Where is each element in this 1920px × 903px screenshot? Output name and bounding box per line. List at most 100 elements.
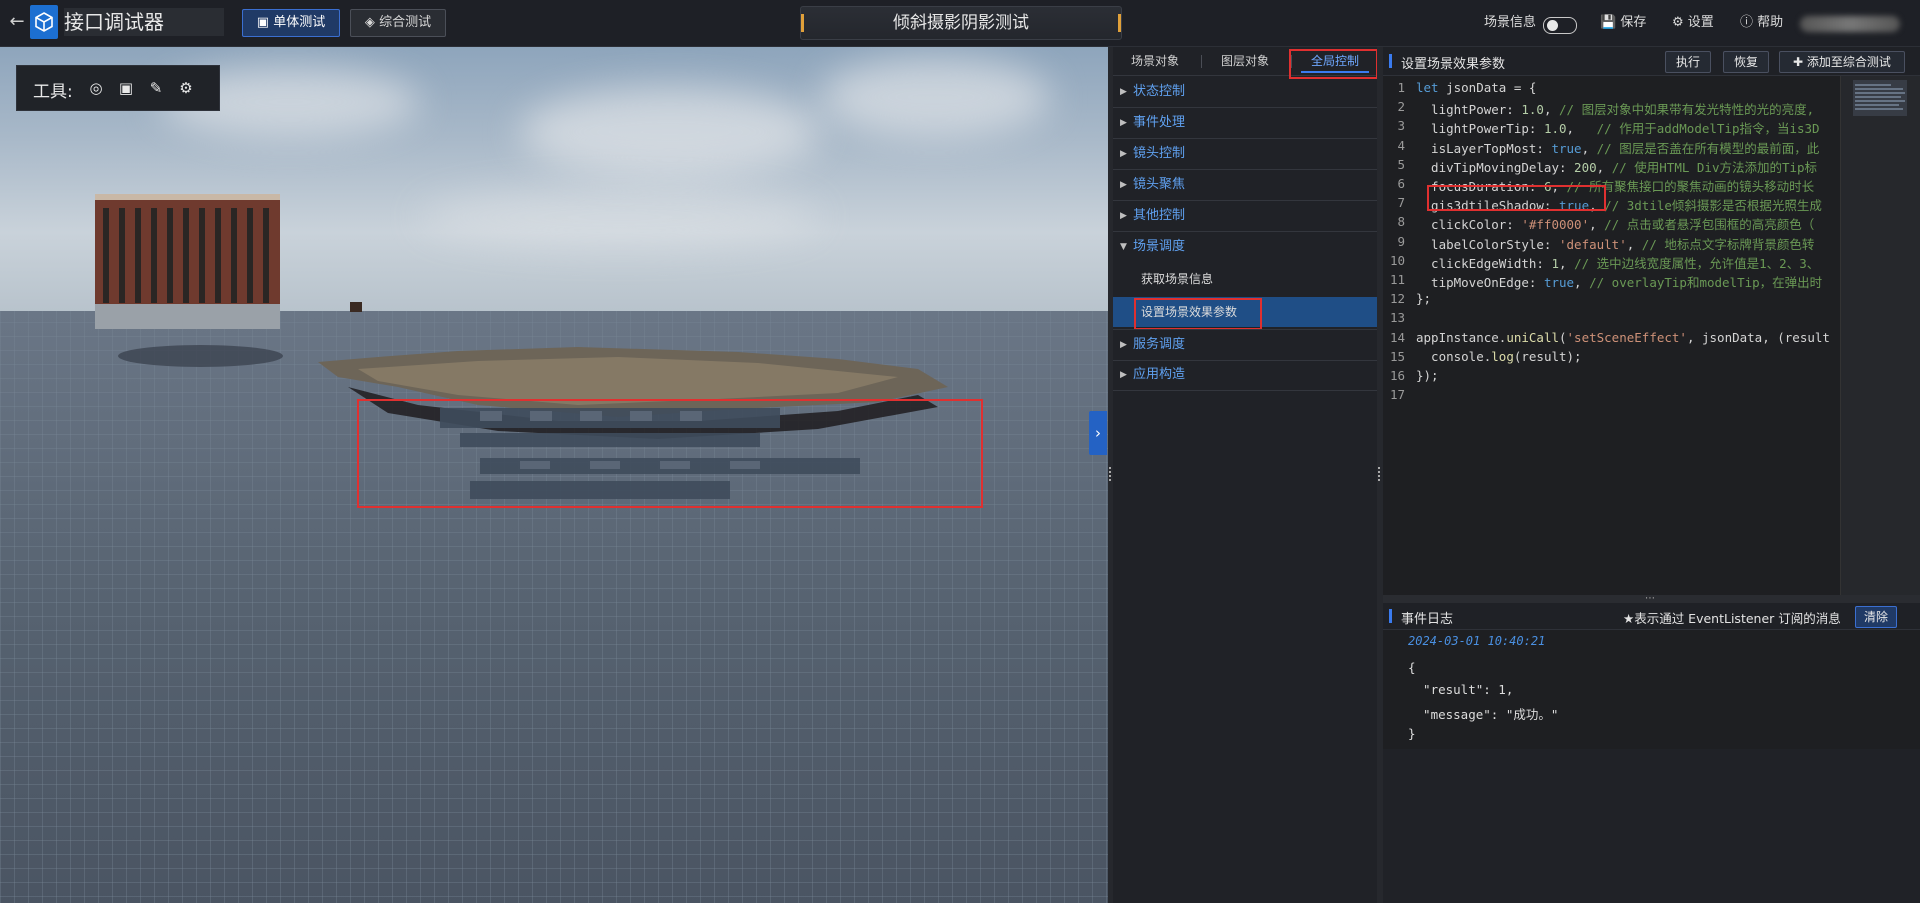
code-panel: 设置场景效果参数 执行 恢复 ✚ 添加至综合测试 1 let jsonData =… (1383, 47, 1920, 595)
3d-viewport[interactable]: 工具: ◎ ▣ ✎ ⚙ › (0, 47, 1108, 903)
select-area-icon[interactable]: ▣ (117, 79, 135, 97)
menu-item-label: 状态控制 (1133, 84, 1186, 99)
settings-label: 设置 (1687, 15, 1714, 30)
chevron-right-icon[interactable]: › (1089, 411, 1107, 455)
menu-item-app-construct[interactable]: ▶ 应用构造 (1113, 360, 1377, 391)
tab-layer-objects[interactable]: 图层对象 (1203, 47, 1287, 75)
code-line[interactable]: clickEdgeWidth: 1, // 选中边线宽度属性，允许值是1、2、3… (1416, 253, 1819, 272)
help-icon: ⓘ (1740, 15, 1758, 30)
line-number: 16 (1389, 368, 1405, 383)
code-line[interactable]: let jsonData = { (1416, 80, 1536, 95)
code-highlight-box (1427, 185, 1606, 211)
small-object (350, 302, 362, 312)
line-number: 14 (1389, 329, 1405, 345)
log-title: 事件日志 (1401, 612, 1454, 627)
menu-item-label: 镜头聚焦 (1133, 177, 1186, 192)
help-label: 帮助 (1757, 15, 1784, 30)
pen-icon[interactable]: ✎ (147, 79, 165, 97)
gears-icon[interactable]: ⚙ (177, 79, 195, 97)
sub-item-get-scene-info[interactable]: 获取场景信息 (1113, 264, 1377, 294)
log-timestamp: 2024-03-01 10:40:21 (1408, 634, 1546, 648)
cube-icon: ▣ (256, 15, 274, 30)
line-number: 4 (1397, 137, 1405, 153)
layers-icon: ◈ (364, 15, 380, 30)
code-line[interactable]: console.log(result); (1416, 349, 1582, 364)
code-panel-title: 设置场景效果参数 (1401, 57, 1506, 72)
log-line: "message": "成功。" (1408, 707, 1559, 722)
tab-combined-test-label: 综合测试 (379, 15, 432, 30)
line-number: 11 (1389, 272, 1405, 287)
locate-icon[interactable]: ◎ (87, 79, 105, 97)
menu-item-other-control[interactable]: ▶ 其他控制 (1113, 201, 1377, 232)
log-line: } (1408, 726, 1416, 741)
menu-item-camera-focus[interactable]: ▶ 镜头聚焦 (1113, 170, 1377, 201)
chevron-down-icon: ▼ (1120, 242, 1127, 252)
help-button[interactable]: ⓘ 帮助 (1740, 14, 1783, 32)
log-body: 2024-03-01 10:40:21 { "result": 1, "mess… (1383, 630, 1920, 749)
page-title: 倾斜摄影阴影测试 (800, 6, 1122, 40)
settings-button[interactable]: ⚙ 设置 (1672, 14, 1714, 32)
menu-item-label: 事件处理 (1133, 115, 1186, 130)
log-empty-area (1383, 749, 1920, 903)
tab-scene-objects[interactable]: 场景对象 (1113, 47, 1197, 75)
log-hint: ★表示通过 EventListener 订阅的消息 (1623, 611, 1841, 626)
code-line[interactable]: }; (1416, 291, 1431, 306)
tab-single-test-label: 单体测试 (273, 15, 326, 30)
menu-item-service-dispatch[interactable]: ▶ 服务调度 (1113, 329, 1377, 361)
save-button[interactable]: 💾 保存 (1600, 14, 1646, 32)
menu-item-scene-dispatch[interactable]: ▼ 场景调度 (1113, 232, 1377, 262)
clear-button[interactable]: 清除 (1855, 606, 1897, 628)
line-number: 13 (1389, 310, 1405, 326)
chevron-right-icon: ▶ (1120, 180, 1127, 190)
add-to-combined-button[interactable]: ✚ 添加至综合测试 (1779, 51, 1905, 73)
menu-item-event-handling[interactable]: ▶ 事件处理 (1113, 108, 1377, 139)
code-line[interactable]: labelColorStyle: 'default', // 地标点文字标牌背景… (1416, 234, 1814, 253)
tab-highlight-box (1289, 49, 1378, 79)
restore-button[interactable]: 恢复 (1723, 51, 1769, 73)
code-line[interactable]: clickColor: '#ff0000', // 点击或者悬浮包围框的高亮颜色… (1416, 214, 1814, 233)
code-line[interactable]: tipMoveOnEdge: true, // overlayTip和model… (1416, 272, 1822, 291)
run-button[interactable]: 执行 (1665, 51, 1711, 73)
code-line[interactable]: isLayerTopMost: true, // 图层是否盖在所有模型的最前面，… (1416, 138, 1819, 157)
log-line: "result": 1, (1408, 682, 1514, 697)
chevron-right-icon: ▶ (1120, 87, 1127, 97)
code-line[interactable]: }); (1416, 368, 1439, 383)
scene-info-toggle[interactable] (1543, 17, 1577, 34)
line-number: 5 (1397, 156, 1405, 172)
app-title: 接口调试器 (64, 8, 224, 36)
log-resize-handle[interactable]: ⋯ (1383, 593, 1920, 604)
tab-single-test[interactable]: ▣ 单体测试 (242, 9, 340, 37)
plus-icon: ✚ (1793, 55, 1807, 69)
line-number: 17 (1389, 387, 1405, 403)
log-line: { (1408, 660, 1416, 675)
line-number: 9 (1397, 233, 1405, 249)
chevron-right-icon: ▶ (1120, 149, 1127, 159)
code-line[interactable]: lightPower: 1.0, // 图层对象中如果带有发光特性的光的亮度, (1416, 99, 1814, 118)
add-label: 添加至综合测试 (1806, 55, 1891, 69)
toggle-knob (1547, 20, 1558, 31)
menu-item-label: 服务调度 (1133, 337, 1186, 352)
code-line[interactable]: lightPowerTip: 1.0, // 作用于addModelTip指令，… (1416, 118, 1820, 137)
code-panel-header: 设置场景效果参数 执行 恢复 ✚ 添加至综合测试 (1383, 47, 1920, 76)
code-minimap[interactable] (1840, 76, 1920, 595)
arrow-left-icon[interactable]: ← (6, 10, 28, 34)
code-editor[interactable]: 1 let jsonData = {2 lightPower: 1.0, // 图… (1383, 76, 1840, 595)
grip-icon (1378, 467, 1382, 481)
code-line[interactable]: appInstance.uniCall('setSceneEffect', js… (1416, 330, 1830, 345)
user-avatar[interactable] (1800, 16, 1900, 32)
tools-label: 工具: (33, 82, 73, 102)
shadow-highlight-box (357, 399, 983, 508)
building-model (95, 194, 280, 329)
line-number: 6 (1397, 176, 1405, 191)
menu-item-camera-control[interactable]: ▶ 镜头控制 (1113, 139, 1377, 170)
grip-icon: ⋯ (1645, 593, 1655, 604)
line-number: 2 (1397, 99, 1405, 115)
code-line[interactable]: divTipMovingDelay: 200, // 使用HTML Div方法添… (1416, 157, 1817, 176)
line-number: 10 (1389, 252, 1405, 268)
menu-item-status-control[interactable]: ▶ 状态控制 (1113, 77, 1377, 108)
sub-item-label: 获取场景信息 (1141, 272, 1214, 286)
building-shadow (118, 345, 283, 367)
tab-combined-test[interactable]: ◈ 综合测试 (350, 9, 446, 37)
gear-icon: ⚙ (1672, 15, 1688, 30)
api-menu-panel: 场景对象 图层对象 全局控制 ▶ 状态控制 ▶ 事件处理 ▶ 镜头控制 ▶ 镜头聚焦 ▶… (1113, 47, 1378, 903)
